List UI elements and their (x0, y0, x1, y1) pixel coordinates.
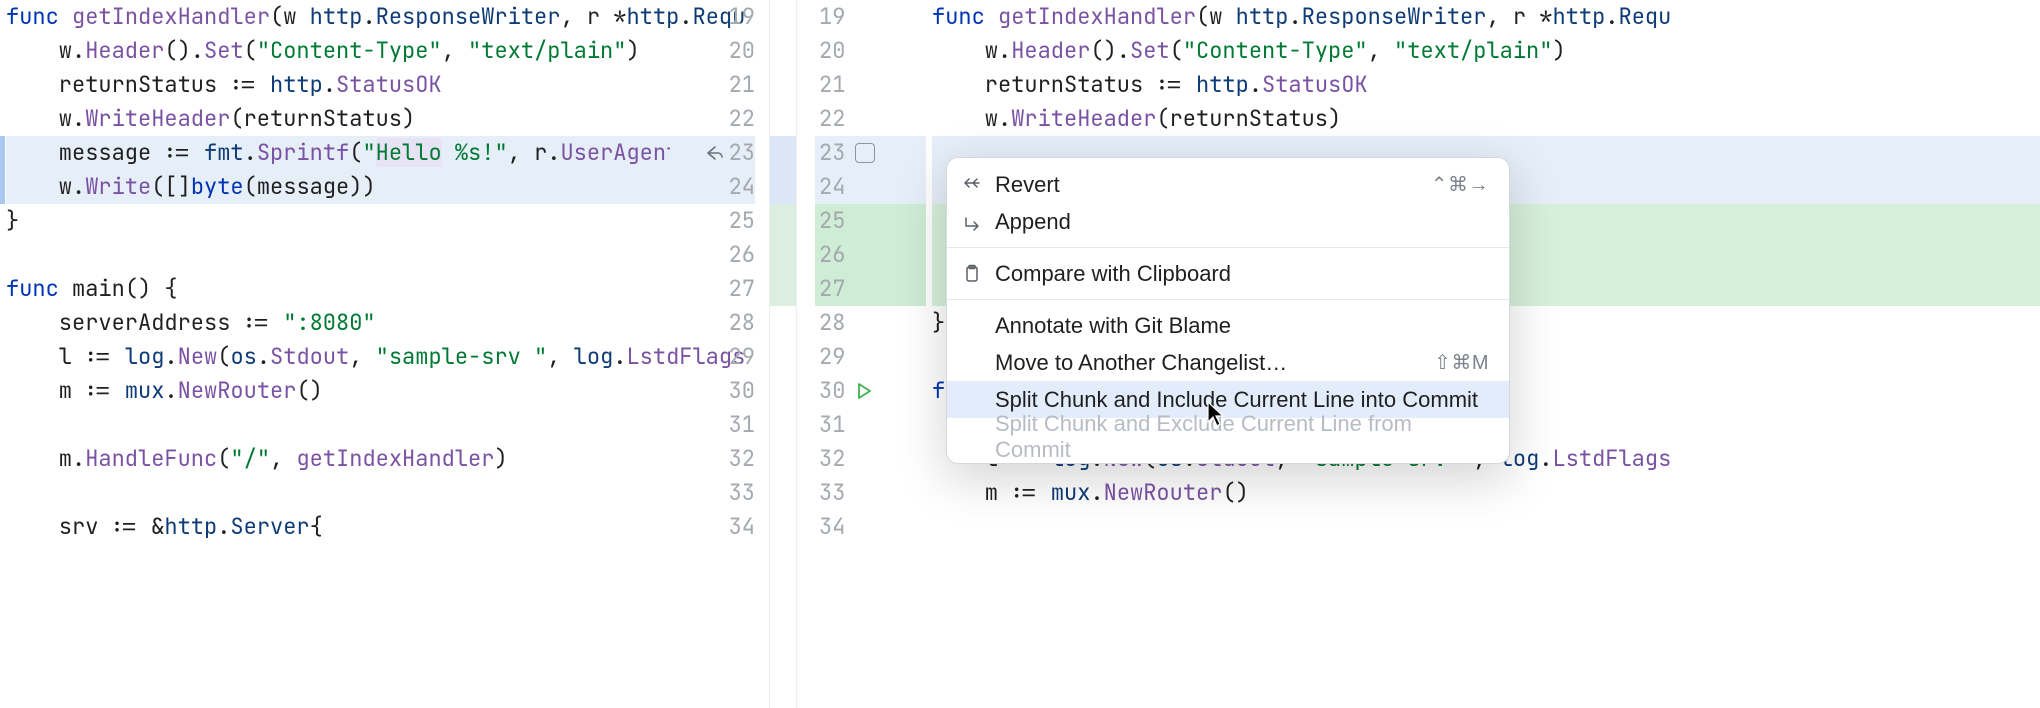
line-number: 19 (815, 0, 845, 34)
line-number: 27 (729, 272, 755, 306)
line-number: 32 (729, 442, 755, 476)
code-line[interactable]: m.HandleFunc("/", getIndexHandler) (6, 442, 670, 476)
run-icon[interactable] (855, 382, 873, 400)
line-number: 25 (815, 204, 845, 238)
line-number: 22 (815, 102, 845, 136)
menu-separator (947, 299, 1509, 300)
clipboard-icon (959, 264, 985, 284)
mouse-cursor-icon (1206, 400, 1226, 435)
line-number: 33 (815, 476, 845, 510)
line-number: 26 (815, 238, 845, 272)
menu-label: Split Chunk and Exclude Current Line fro… (995, 411, 1489, 463)
code-line[interactable]: l := log.New(os.Stdout, "sample-srv ", l… (6, 340, 670, 374)
left-code-pane[interactable]: func getIndexHandler(w http.ResponseWrit… (0, 0, 670, 708)
menu-item-move-changelist[interactable]: Move to Another Changelist… ⇧⌘M (947, 344, 1509, 381)
code-line-modified[interactable]: message := fmt.Sprintf("Hello %s!", r.Us… (6, 136, 670, 170)
append-icon (959, 212, 985, 232)
code-line[interactable]: w.WriteHeader(returnStatus) (6, 102, 670, 136)
menu-shortcut: ⇧⌘M (1434, 350, 1489, 375)
code-line[interactable]: func getIndexHandler(w http.ResponseWrit… (932, 0, 2040, 34)
include-checkbox[interactable] (855, 143, 875, 163)
identifier: getIndexHandler (72, 2, 270, 31)
line-number: 30 (729, 374, 755, 408)
line-number: 28 (729, 306, 755, 340)
line-number: 34 (815, 510, 845, 544)
code-line[interactable]: m := mux.NewRouter() (932, 476, 2040, 510)
menu-item-revert[interactable]: Revert ⌃⌘→ (947, 166, 1509, 203)
line-number: 20 (815, 34, 845, 68)
code-line[interactable] (6, 238, 670, 272)
line-number: 23 (815, 136, 845, 170)
code-line[interactable]: } (6, 204, 670, 238)
code-line[interactable]: w.WriteHeader(returnStatus) (932, 102, 2040, 136)
line-number: 22 (729, 102, 755, 136)
line-number: 19 (729, 0, 755, 34)
context-menu: Revert ⌃⌘→ Append Compare with Clipboard… (946, 157, 1510, 464)
line-number: 24 (729, 170, 755, 204)
menu-item-append[interactable]: Append (947, 203, 1509, 240)
line-number: 29 (729, 340, 755, 374)
menu-item-split-exclude: Split Chunk and Exclude Current Line fro… (947, 418, 1509, 455)
code-line[interactable]: w.Header().Set("Content-Type", "text/pla… (6, 34, 670, 68)
line-number: 27 (815, 272, 845, 306)
line-number: 29 (815, 340, 845, 374)
code-line[interactable]: w.Header().Set("Content-Type", "text/pla… (932, 34, 2040, 68)
left-line-numbers: 19 20 21 22 23 24 25 26 27 28 29 30 31 3… (670, 0, 770, 708)
menu-separator (947, 247, 1509, 248)
menu-label: Compare with Clipboard (995, 261, 1489, 287)
line-number: 21 (729, 68, 755, 102)
menu-label: Append (995, 209, 1489, 235)
code-line[interactable] (932, 510, 2040, 544)
line-number: 26 (729, 238, 755, 272)
line-number: 33 (729, 476, 755, 510)
menu-label: Split Chunk and Include Current Line int… (995, 387, 1489, 413)
line-number: 24 (815, 170, 845, 204)
code-line[interactable] (6, 408, 670, 442)
revert-icon (959, 175, 985, 195)
line-number: 30 (815, 374, 845, 408)
line-number: 21 (815, 68, 845, 102)
keyword: func (6, 2, 59, 31)
code-line[interactable]: m := mux.NewRouter() (6, 374, 670, 408)
menu-label: Annotate with Git Blame (995, 313, 1489, 339)
line-number: 31 (729, 408, 755, 442)
line-number: 23 (729, 136, 755, 170)
line-number: 25 (729, 204, 755, 238)
line-number: 34 (729, 510, 755, 544)
line-number: 31 (815, 408, 845, 442)
revert-icon[interactable] (701, 143, 729, 163)
menu-item-compare-clipboard[interactable]: Compare with Clipboard (947, 255, 1509, 292)
diff-map (770, 0, 796, 708)
code-line[interactable]: returnStatus := http.StatusOK (932, 68, 2040, 102)
menu-shortcut: ⌃⌘→ (1431, 172, 1489, 197)
line-number: 28 (815, 306, 845, 340)
code-line[interactable]: serverAddress := ":8080" (6, 306, 670, 340)
code-line[interactable]: func main() { (6, 272, 670, 306)
menu-label: Move to Another Changelist… (995, 350, 1424, 376)
code-line[interactable]: func getIndexHandler(w http.ResponseWrit… (6, 0, 670, 34)
code-line[interactable]: srv := &http.Server{ (6, 510, 670, 544)
right-line-numbers: 19 20 21 22 23 24 25 26 27 28 29 30 31 3… (796, 0, 926, 708)
code-line-modified[interactable]: w.Write([]byte(message)) (6, 170, 670, 204)
menu-item-annotate-git-blame[interactable]: Annotate with Git Blame (947, 307, 1509, 344)
code-line[interactable]: returnStatus := http.StatusOK (6, 68, 670, 102)
code-line[interactable] (6, 476, 670, 510)
line-number: 32 (815, 442, 845, 476)
line-number: 20 (729, 34, 755, 68)
menu-label: Revert (995, 172, 1421, 198)
